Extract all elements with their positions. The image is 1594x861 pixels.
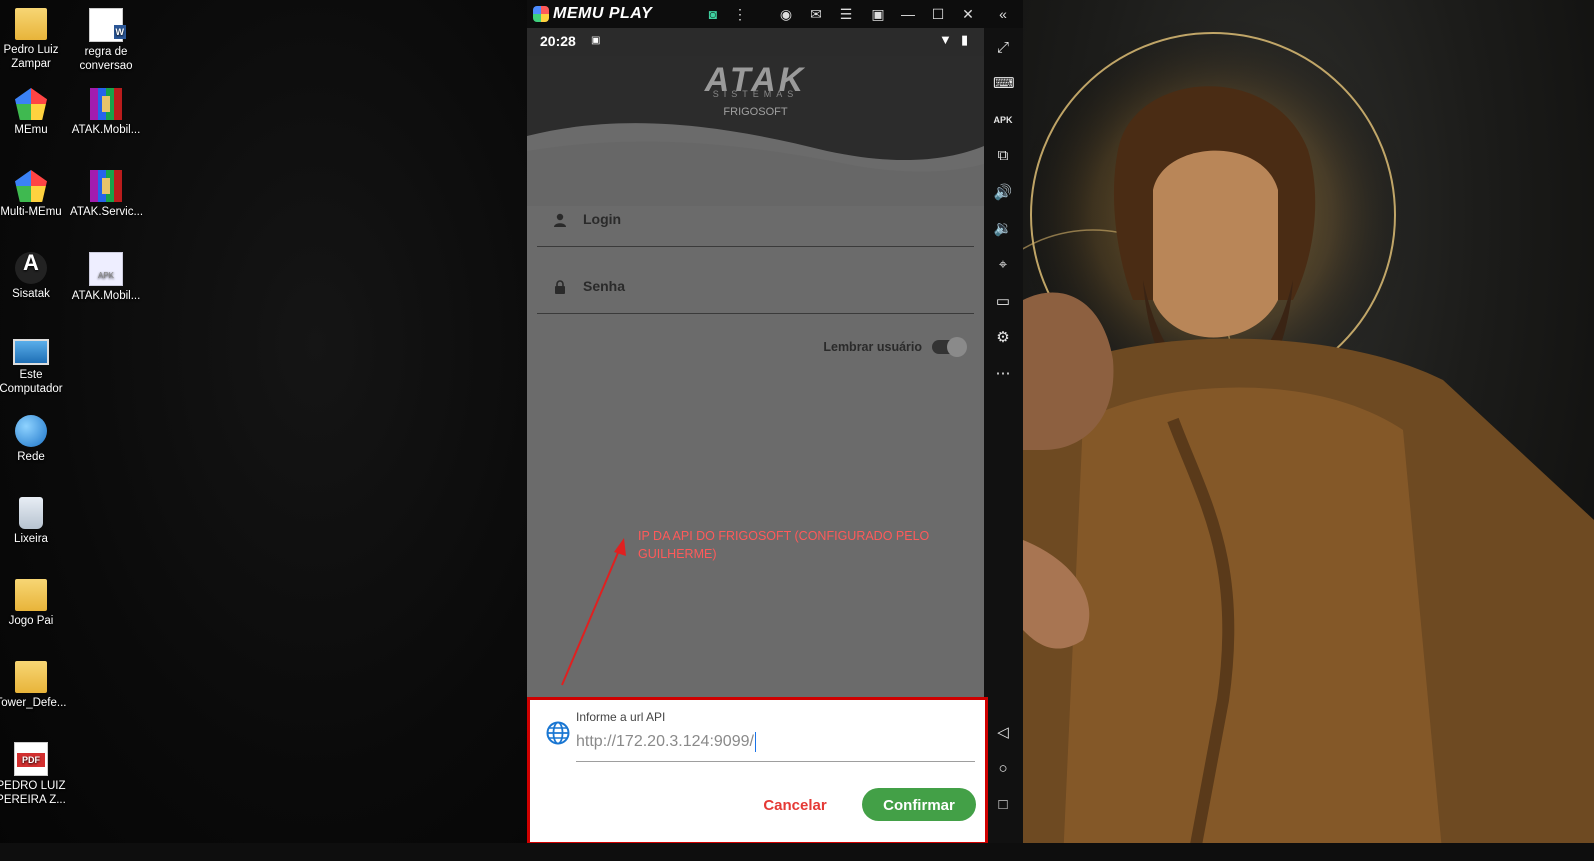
recycle-bin-icon [19, 497, 43, 529]
recent-apps-icon[interactable]: □ [993, 795, 1013, 815]
screen-record-icon[interactable]: ▣ [868, 4, 888, 24]
volume-down-icon[interactable]: 🔉 [993, 219, 1013, 239]
desktop-icon-rede[interactable]: Rede [0, 415, 67, 464]
annotation-text: IP DA API DO FRIGOSOFT (CONFIGURADO PELO… [638, 529, 930, 561]
api-url-value: http://172.20.3.124:9099/ [576, 733, 754, 750]
annotation-arrow [561, 538, 626, 686]
api-url-dialog: Informe a url API http://172.20.3.124:90… [527, 697, 988, 845]
api-url-label: Informe a url API [576, 710, 666, 724]
login-label: Login [583, 211, 622, 227]
desktop-icon-atak-mobil-archive[interactable]: ATAK.Mobil... [70, 88, 142, 137]
remember-user-toggle[interactable] [932, 337, 967, 357]
desktop-icon-tower-defe[interactable]: Tower_Defe... [0, 661, 67, 710]
folder-icon [15, 579, 47, 611]
cancel-button[interactable]: Cancelar [750, 790, 840, 820]
winrar-archive-icon [90, 88, 122, 120]
word-document-icon [89, 8, 126, 42]
globe-icon [546, 721, 570, 745]
game-center-icon[interactable]: ◙ [703, 4, 723, 24]
memu-app-icon [15, 88, 47, 120]
desktop-icon-jogo-pai[interactable]: Jogo Pai [0, 579, 67, 628]
folder-icon [15, 661, 47, 693]
password-field[interactable]: Senha [537, 263, 974, 314]
location-icon[interactable]: ⌖ [993, 255, 1013, 275]
lock-icon [555, 280, 565, 294]
desktop-wallpaper [1023, 0, 1594, 861]
desktop-icon-regra-de-conversao[interactable]: regra de conversao [70, 8, 142, 73]
desktop-icon-pedro-luiz-pdf[interactable]: PEDRO LUIZ PEREIRA Z... [0, 742, 67, 807]
account-icon[interactable]: ◉ [776, 4, 796, 24]
desktop-icon-este-computador[interactable]: Este Computador [0, 333, 67, 396]
taskbar-edge [0, 843, 1594, 861]
memu-brand: MEMU PLAY [533, 5, 652, 23]
user-folder-icon [15, 8, 47, 40]
fullscreen-icon[interactable]: ⤢ [993, 38, 1013, 58]
status-time: 20:28 [540, 33, 576, 49]
api-url-input[interactable]: http://172.20.3.124:9099/ [576, 729, 975, 762]
maximize-icon[interactable]: ☐ [928, 4, 948, 24]
battery-icon: ▮ [961, 32, 969, 47]
android-status-bar: 20:28 ▣ ▼ ▮ [527, 28, 984, 56]
multi-memu-app-icon [15, 170, 47, 202]
sisatak-app-icon [15, 252, 47, 284]
text-caret [754, 731, 757, 752]
keyboard-mapping-icon[interactable]: ⌨ [993, 74, 1015, 94]
desktop-icon-atak-mobil-apk[interactable]: ATAK.Mobil... [70, 252, 142, 303]
emulator-title-bar: MEMU PLAY ◙ ⋮ ◉ ✉ ☰ ▣ — ☐ ✕ « [527, 0, 1023, 28]
menu-icon[interactable]: ☰ [836, 4, 856, 24]
confirm-button[interactable]: Confirmar [862, 788, 976, 821]
back-nav-icon[interactable]: ◁ [993, 723, 1013, 743]
mail-icon[interactable]: ✉ [806, 4, 826, 24]
desktop-icon-multi-memu[interactable]: Multi-MEmu [0, 170, 67, 219]
header-wave [527, 123, 984, 206]
settings-icon[interactable]: ⚙ [993, 328, 1013, 348]
app-header: ATAK SISTEMAS FRIGOSOFT [527, 56, 984, 206]
desktop-icon-lixeira[interactable]: Lixeira [0, 497, 67, 546]
apk-install-icon[interactable]: APK [993, 110, 1013, 130]
remember-user-row: Lembrar usuário [823, 337, 967, 357]
desktop: Pedro Luiz Zampar regra de conversao MEm… [0, 0, 527, 861]
desktop-icon-atak-servic[interactable]: ATAK.Servic... [70, 170, 143, 219]
computer-icon [13, 339, 49, 365]
volume-up-icon[interactable]: 🔊 [993, 183, 1013, 203]
emulator-sidebar: ⤢ ⌨ APK ⧉ 🔊 🔉 ⌖ ▭ ⚙ ⋯ ◁ ○ □ [984, 28, 1023, 861]
network-globe-icon [15, 415, 47, 447]
winrar-archive-icon [90, 170, 122, 202]
pdf-file-icon [14, 742, 48, 776]
minimize-icon[interactable]: — [898, 4, 918, 24]
atak-logo-subtitle: SISTEMAS [712, 89, 799, 99]
home-nav-icon[interactable]: ○ [993, 759, 1013, 779]
notification-icon: ▣ [591, 35, 601, 46]
shared-folder-icon[interactable]: ▭ [993, 292, 1013, 312]
remember-user-label: Lembrar usuário [823, 340, 922, 354]
user-icon [554, 213, 566, 227]
password-label: Senha [583, 278, 626, 294]
memu-logo-icon [533, 6, 549, 22]
desktop-icon-sisatak[interactable]: Sisatak [0, 252, 67, 301]
apk-file-icon [89, 252, 123, 286]
more-vertical-icon[interactable]: ⋮ [730, 4, 750, 24]
collapse-sidebar-icon[interactable]: « [993, 4, 1013, 24]
more-icon[interactable]: ⋯ [993, 364, 1013, 384]
desktop-icon-pedro-luiz-zampar[interactable]: Pedro Luiz Zampar [0, 8, 67, 71]
wallpaper-painting [1023, 15, 1594, 861]
desktop-icon-memu[interactable]: MEmu [0, 88, 67, 137]
wifi-icon: ▼ [939, 32, 952, 47]
login-field[interactable]: Login [537, 196, 974, 247]
close-icon[interactable]: ✕ [958, 4, 978, 24]
multi-instance-icon[interactable]: ⧉ [993, 146, 1013, 166]
